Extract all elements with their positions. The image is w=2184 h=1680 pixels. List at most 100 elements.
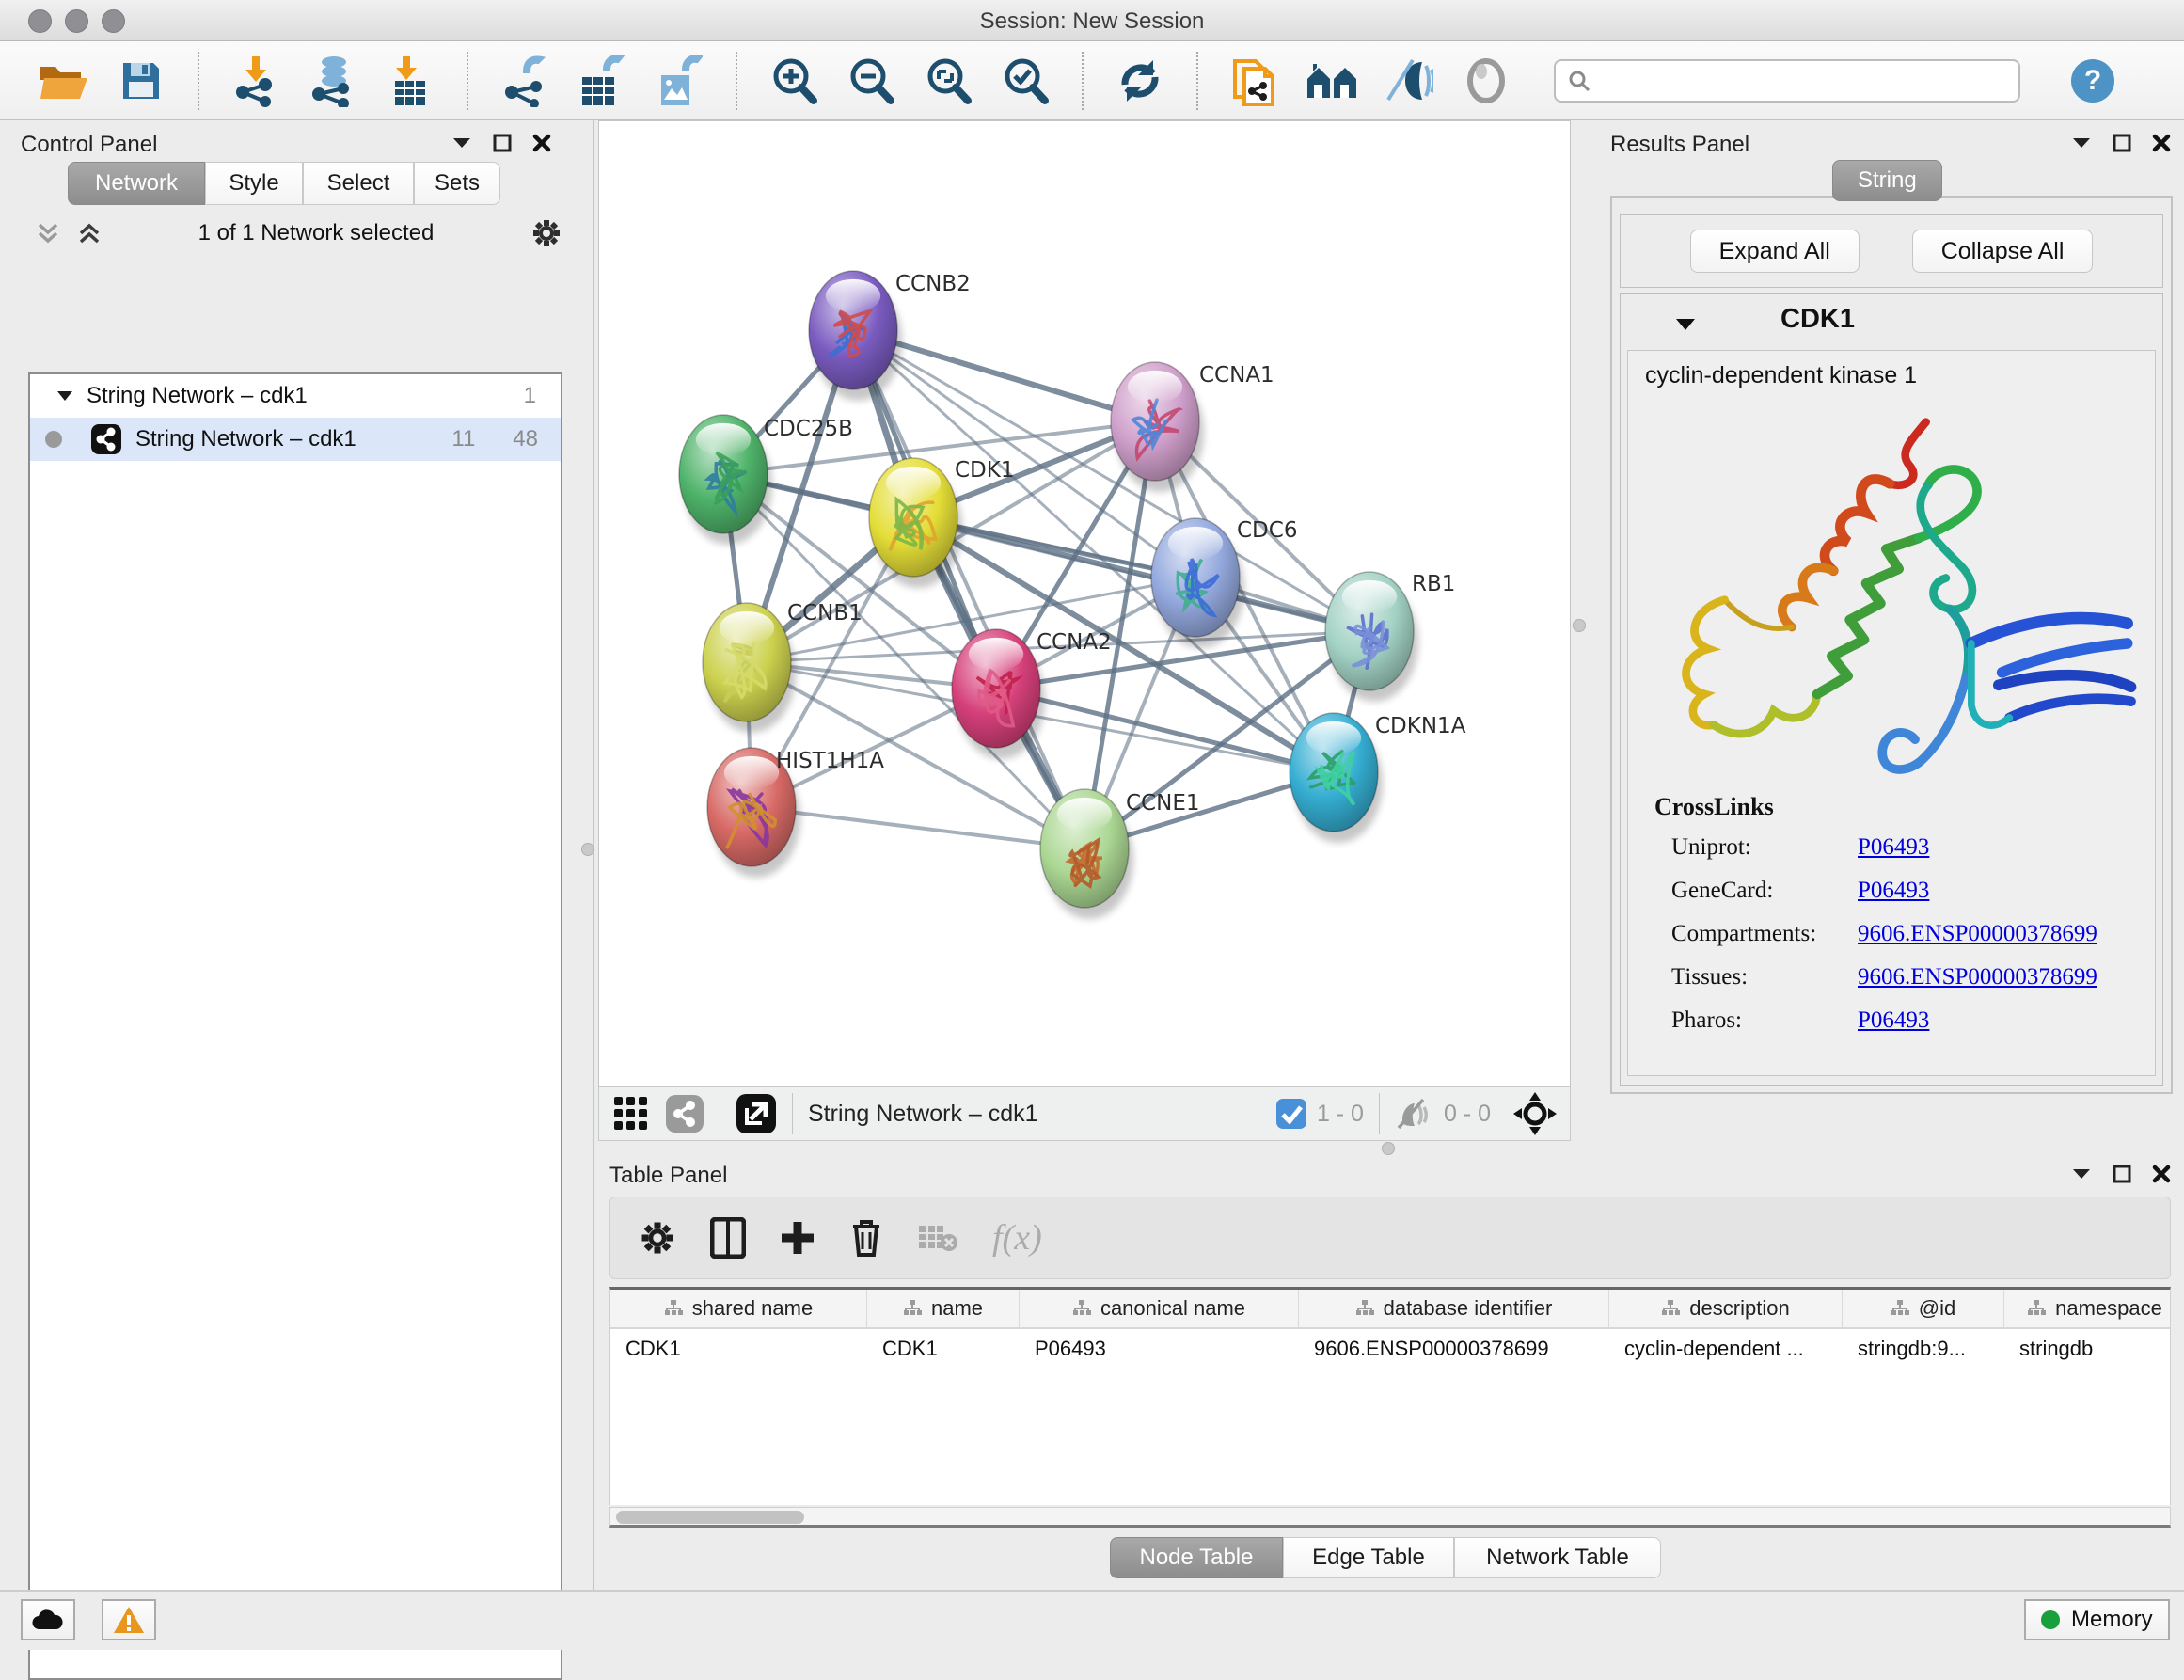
control-panel-tabs: Network Style Select Sets <box>68 162 500 205</box>
export-network-icon[interactable] <box>499 55 551 107</box>
string-view-share-icon[interactable] <box>665 1094 704 1133</box>
search-input[interactable] <box>1591 69 1986 93</box>
tab-node-table[interactable]: Node Table <box>1110 1537 1283 1578</box>
protein-node-CCNE1: CCNE1 <box>1040 789 1200 919</box>
crosslink-label: Pharos: <box>1671 1007 1742 1034</box>
cell-shared-name[interactable]: CDK1 <box>610 1329 867 1369</box>
genecard-link[interactable]: P06493 <box>1858 878 1929 904</box>
column-header[interactable]: shared name <box>610 1290 867 1327</box>
network-options-gear-icon[interactable] <box>530 217 562 249</box>
tissues-link[interactable]: 9606.ENSP00000378699 <box>1858 964 2097 991</box>
panel-close-icon[interactable] <box>532 134 551 152</box>
column-header[interactable]: canonical name <box>1020 1290 1299 1327</box>
selected-checkbox-icon[interactable] <box>1275 1098 1307 1130</box>
column-header[interactable]: database identifier <box>1299 1290 1609 1327</box>
protein-expander-icon[interactable] <box>1675 317 1696 336</box>
network-canvas[interactable]: CCNB2CCNA1CDC25BCDK1CDC6RB1CCNB1CCNA2CDK… <box>598 120 1571 1086</box>
panel-float-icon[interactable] <box>2113 134 2131 152</box>
cloud-sync-button[interactable] <box>21 1599 75 1640</box>
cell-description[interactable]: cyclin-dependent ... <box>1609 1329 1843 1369</box>
tab-network[interactable]: Network <box>68 162 205 205</box>
help-button[interactable]: ? <box>2071 59 2114 103</box>
column-header[interactable]: name <box>867 1290 1020 1327</box>
cell-canonical-name[interactable]: P06493 <box>1020 1329 1299 1369</box>
open-session-icon[interactable] <box>38 55 90 107</box>
fit-selected-crosshair-icon[interactable] <box>1513 1092 1557 1135</box>
import-network-from-database-icon[interactable] <box>307 55 359 107</box>
network-collection-row[interactable]: String Network – cdk1 1 <box>30 374 561 418</box>
cell-name[interactable]: CDK1 <box>867 1329 1020 1369</box>
table-horizontal-scrollbar[interactable] <box>609 1507 2171 1528</box>
cell-namespace[interactable]: stringdb <box>2004 1329 2171 1369</box>
panel-menu-icon[interactable] <box>451 136 472 150</box>
node-table[interactable]: shared name name canonical name database… <box>609 1287 2171 1505</box>
clone-network-icon[interactable] <box>1228 55 1281 107</box>
panel-float-icon[interactable] <box>493 134 512 152</box>
collapse-all-button[interactable]: Collapse All <box>1912 230 2094 273</box>
save-session-icon[interactable] <box>115 55 167 107</box>
expand-all-button[interactable]: Expand All <box>1690 230 1860 273</box>
cell-id[interactable]: stringdb:9... <box>1843 1329 2004 1369</box>
panel-close-icon[interactable] <box>2152 134 2171 152</box>
tab-style[interactable]: Style <box>205 162 303 205</box>
panel-menu-icon[interactable] <box>2071 1167 2092 1181</box>
protein-node-CCNB2: CCNB2 <box>809 271 971 401</box>
add-column-icon[interactable] <box>780 1220 815 1256</box>
table-options-gear-icon[interactable] <box>639 1219 676 1257</box>
import-network-icon[interactable] <box>229 55 282 107</box>
memory-button[interactable]: Memory <box>2024 1599 2170 1640</box>
scrollbar-thumb[interactable] <box>616 1511 804 1524</box>
column-header[interactable]: description <box>1609 1290 1843 1327</box>
compartments-link[interactable]: 9606.ENSP00000378699 <box>1858 921 2097 947</box>
column-header[interactable]: @id <box>1843 1290 2004 1327</box>
cloud-icon <box>31 1609 65 1631</box>
zoom-out-icon[interactable] <box>845 55 897 107</box>
panel-menu-icon[interactable] <box>2071 136 2092 150</box>
toolbar-separator <box>1082 52 1084 110</box>
table-row[interactable]: CDK1 CDK1 P06493 9606.ENSP00000378699 cy… <box>610 1329 2170 1369</box>
delete-column-icon[interactable] <box>849 1217 883 1259</box>
collapse-all-icon[interactable] <box>36 222 60 245</box>
left-splitter-handle[interactable] <box>581 843 594 856</box>
toolbar-separator <box>1196 52 1198 110</box>
network-view-toolbar: String Network – cdk1 1 - 0 0 - 0 <box>598 1086 1571 1141</box>
open-in-browser-icon[interactable] <box>736 1093 777 1134</box>
birds-eye-grid-icon[interactable] <box>612 1095 650 1133</box>
panel-float-icon[interactable] <box>2113 1165 2131 1183</box>
string-network-icon <box>90 423 122 455</box>
tab-string-results[interactable]: String <box>1832 160 1942 201</box>
search-field[interactable] <box>1554 59 2020 103</box>
column-header[interactable]: namespace <box>2004 1290 2171 1327</box>
zoom-fit-icon[interactable] <box>922 55 974 107</box>
control-panel-header-icons <box>451 134 551 152</box>
show-columns-icon[interactable] <box>710 1217 746 1259</box>
show-glass-ball-icon[interactable] <box>1460 55 1512 107</box>
right-splitter-handle[interactable] <box>1573 619 1586 632</box>
panel-close-icon[interactable] <box>2152 1165 2171 1183</box>
tab-select[interactable]: Select <box>303 162 414 205</box>
import-table-icon[interactable] <box>384 55 436 107</box>
tab-edge-table[interactable]: Edge Table <box>1283 1537 1454 1578</box>
uniprot-link[interactable]: P06493 <box>1858 834 1929 861</box>
network-graph[interactable]: CCNB2CCNA1CDC25BCDK1CDC6RB1CCNB1CCNA2CDK… <box>599 121 1570 1086</box>
zoom-selected-icon[interactable] <box>999 55 1052 107</box>
collection-expander-icon[interactable] <box>56 389 73 403</box>
tab-sets[interactable]: Sets <box>414 162 500 205</box>
zoom-in-icon[interactable] <box>768 55 820 107</box>
cell-database-identifier[interactable]: 9606.ENSP00000378699 <box>1299 1329 1609 1369</box>
apply-style-refresh-icon[interactable] <box>1114 55 1166 107</box>
warnings-button[interactable] <box>102 1599 156 1640</box>
main-toolbar: ? <box>0 41 2184 120</box>
tab-network-table[interactable]: Network Table <box>1454 1537 1661 1578</box>
enhanced-labels-icon[interactable] <box>1383 55 1435 107</box>
network-row-selected[interactable]: String Network – cdk1 11 48 <box>30 418 561 461</box>
pharos-link[interactable]: P06493 <box>1858 1007 1929 1034</box>
export-image-icon[interactable] <box>653 55 705 107</box>
protein-node-CDC25B: CDC25B <box>679 415 853 545</box>
expand-all-icon[interactable] <box>77 222 102 245</box>
bottom-splitter-handle[interactable] <box>1382 1142 1395 1155</box>
string-home-icon[interactable] <box>1306 55 1358 107</box>
function-builder-icon-disabled: f(x) <box>992 1217 1042 1259</box>
network-current-dot <box>45 431 62 448</box>
export-table-icon[interactable] <box>576 55 628 107</box>
